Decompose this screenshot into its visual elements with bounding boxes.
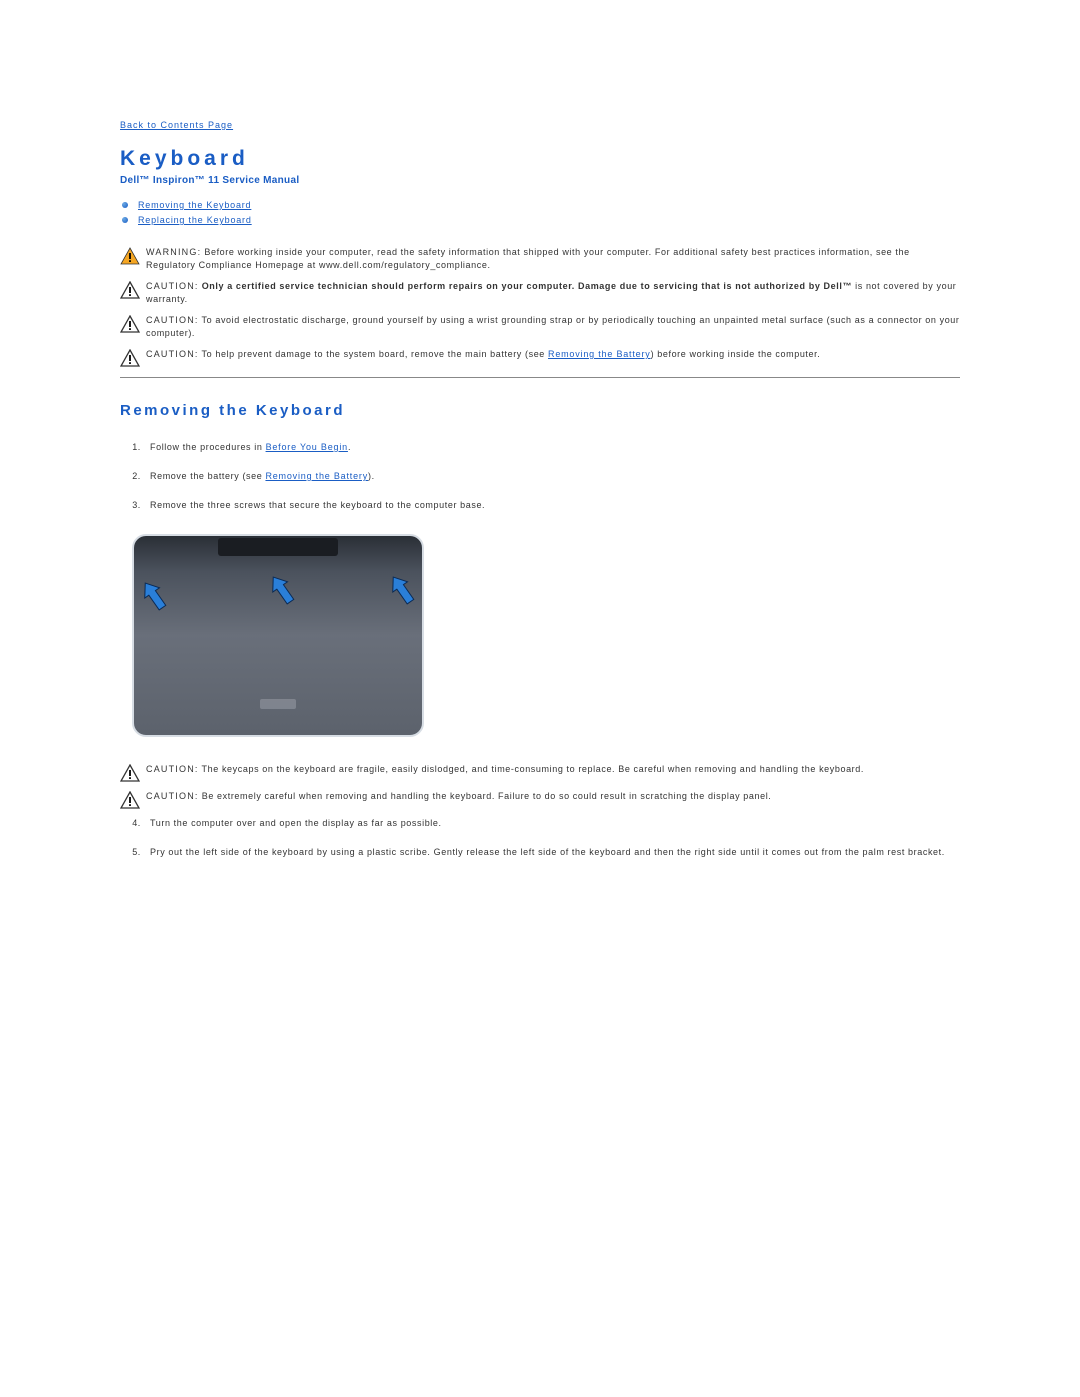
before-you-begin-link[interactable]: Before You Begin [266,442,348,452]
step-1-post: . [348,442,351,452]
step-1-pre: Follow the procedures in [150,442,266,452]
caution-lead: CAUTION: [146,791,199,801]
caution-bold-text: Only a certified service technician shou… [199,281,852,291]
caution-esd-callout: CAUTION: To avoid electrostatic discharg… [120,314,960,340]
step-5: Pry out the left side of the keyboard by… [144,846,960,859]
toc-link-replacing-keyboard[interactable]: Replacing the Keyboard [138,215,252,225]
screw-arrow-icon [390,574,416,608]
caution-lead: CAUTION: [146,281,199,291]
warning-icon [120,247,140,265]
caution-icon [120,281,140,299]
table-of-contents: Removing the Keyboard Replacing the Keyb… [120,198,960,228]
procedure-steps: Follow the procedures in Before You Begi… [120,441,960,512]
caution-authorized-callout: CAUTION: Only a certified service techni… [120,280,960,306]
caution-battery-post: ) before working inside the computer. [651,349,821,359]
screw-arrow-icon [270,574,296,608]
warning-callout: WARNING: Before working inside your comp… [120,246,960,272]
step-1: Follow the procedures in Before You Begi… [144,441,960,454]
caution-icon [120,791,140,809]
caution-lead: CAUTION: [146,315,199,325]
step-2-post: ). [368,471,375,481]
caution-icon [120,349,140,367]
caution-lead: CAUTION: [146,764,199,774]
section-title: Removing the Keyboard [120,402,960,419]
manual-name: Dell™ Inspiron™ 11 Service Manual [120,175,960,186]
step-3: Remove the three screws that secure the … [144,499,960,512]
laptop-bottom-image [128,528,428,743]
removing-battery-link[interactable]: Removing the Battery [265,471,368,481]
screw-arrow-icon [142,580,168,614]
procedure-steps-continued: Turn the computer over and open the disp… [120,817,960,859]
step-4: Turn the computer over and open the disp… [144,817,960,830]
removing-battery-link[interactable]: Removing the Battery [548,349,651,359]
caution-esd-text: To avoid electrostatic discharge, ground… [146,315,960,338]
caution-keycaps-callout: CAUTION: The keycaps on the keyboard are… [120,763,960,782]
toc-link-removing-keyboard[interactable]: Removing the Keyboard [138,200,251,210]
section-divider [120,377,960,378]
page-title: Keyboard [120,147,960,171]
caution-scratch-text: Be extremely careful when removing and h… [199,791,772,801]
caution-scratch-callout: CAUTION: Be extremely careful when remov… [120,790,960,809]
step-2-pre: Remove the battery (see [150,471,265,481]
warning-text: Before working inside your computer, rea… [146,247,910,270]
caution-keycaps-text: The keycaps on the keyboard are fragile,… [199,764,864,774]
caution-icon [120,315,140,333]
caution-battery-callout: CAUTION: To help prevent damage to the s… [120,348,960,367]
step-2: Remove the battery (see Removing the Bat… [144,470,960,483]
warning-lead: WARNING: [146,247,201,257]
caution-icon [120,764,140,782]
caution-battery-pre: To help prevent damage to the system boa… [199,349,548,359]
document-page: Back to Contents Page Keyboard Dell™ Ins… [0,0,1080,1075]
caution-lead: CAUTION: [146,349,199,359]
back-to-contents-link[interactable]: Back to Contents Page [120,120,233,130]
